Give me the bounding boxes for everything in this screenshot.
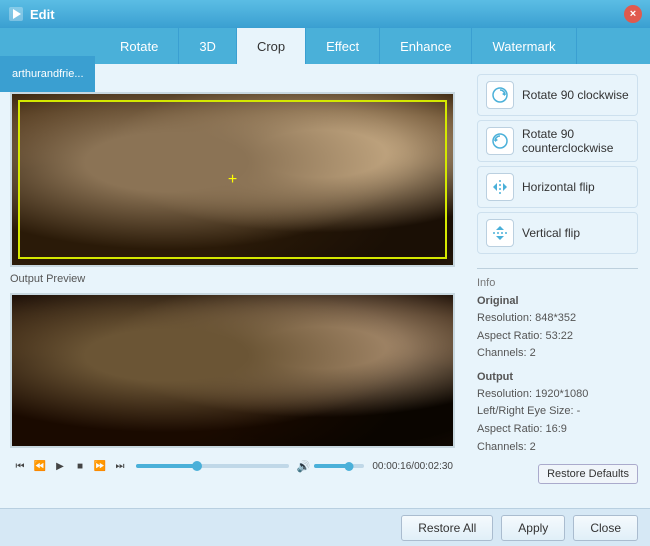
bottom-bar: Restore All Apply Close — [0, 508, 650, 546]
playback-bar: ⏮ ⏪ ▶ ■ ⏩ ⏭ 🔊 00:00:16/00:02:30 — [10, 454, 455, 478]
output-preview — [10, 293, 455, 448]
tab-crop[interactable]: Crop — [237, 28, 306, 64]
left-panel: Original Preview + Output Preview ⏮ ⏪ ▶ … — [0, 64, 465, 508]
skip-end-button[interactable]: ⏭ — [112, 458, 128, 474]
output-aspect-ratio: Aspect Ratio: 16:9 — [477, 421, 638, 439]
rotate-cw-label: Rotate 90 clockwise — [522, 88, 629, 102]
play-button[interactable]: ▶ — [52, 458, 68, 474]
volume-bar[interactable] — [314, 464, 364, 468]
output-left-right: Left/Right Eye Size: - — [477, 403, 638, 421]
info-section: Info Original Resolution: 848*352 Aspect… — [477, 268, 638, 456]
tab-effect[interactable]: Effect — [306, 28, 380, 64]
original-info-title: Original — [477, 295, 638, 307]
file-tab[interactable]: arthurandfriе... — [0, 56, 95, 92]
volume-thumb[interactable] — [345, 462, 354, 471]
title-bar: Edit × — [0, 0, 650, 28]
app-icon — [8, 6, 24, 22]
flip-h-label: Horizontal flip — [522, 180, 595, 194]
stop-button[interactable]: ■ — [72, 458, 88, 474]
original-preview: + — [10, 92, 455, 267]
restore-defaults-button[interactable]: Restore Defaults — [538, 464, 638, 484]
progress-fill — [136, 464, 197, 468]
flip-v-button[interactable]: Vertical flip — [477, 212, 638, 254]
output-channels: Channels: 2 — [477, 439, 638, 457]
skip-start-button[interactable]: ⏮ — [12, 458, 28, 474]
progress-thumb[interactable] — [192, 461, 202, 471]
tab-rotate[interactable]: Rotate — [100, 28, 179, 64]
info-title: Info — [477, 277, 638, 289]
close-window-button[interactable]: × — [624, 5, 642, 23]
output-info-title: Output — [477, 371, 638, 383]
apply-button[interactable]: Apply — [501, 515, 565, 541]
original-resolution: Resolution: 848*352 — [477, 310, 638, 328]
rotate-ccw-button[interactable]: Rotate 90 counterclockwise — [477, 120, 638, 162]
step-back-button[interactable]: ⏪ — [32, 458, 48, 474]
rotate-ccw-icon — [486, 127, 514, 155]
restore-all-button[interactable]: Restore All — [401, 515, 493, 541]
rotate-cw-button[interactable]: Rotate 90 clockwise — [477, 74, 638, 116]
flip-h-button[interactable]: Horizontal flip — [477, 166, 638, 208]
output-preview-label: Output Preview — [10, 273, 455, 285]
original-video-frame — [12, 94, 453, 265]
step-forward-button[interactable]: ⏩ — [92, 458, 108, 474]
tab-enhance[interactable]: Enhance — [380, 28, 472, 64]
tab-watermark[interactable]: Watermark — [472, 28, 576, 64]
progress-bar[interactable] — [136, 464, 289, 468]
output-video-frame — [12, 295, 453, 446]
original-aspect-ratio: Aspect Ratio: 53:22 — [477, 328, 638, 346]
original-channels: Channels: 2 — [477, 345, 638, 363]
window-title: Edit — [30, 7, 55, 22]
flip-v-label: Vertical flip — [522, 226, 580, 240]
close-button[interactable]: Close — [573, 515, 638, 541]
right-panel: Rotate 90 clockwise Rotate 90 counterclo… — [465, 64, 650, 508]
time-display: 00:00:16/00:02:30 — [372, 461, 453, 472]
flip-v-icon — [486, 219, 514, 247]
tab-list: Rotate 3D Crop Effect Enhance Watermark — [0, 28, 650, 64]
main-content: Original Preview + Output Preview ⏮ ⏪ ▶ … — [0, 64, 650, 508]
output-resolution: Resolution: 1920*1080 — [477, 386, 638, 404]
flip-h-icon — [486, 173, 514, 201]
tab-bar: arthurandfriе... Rotate 3D Crop Effect E… — [0, 28, 650, 64]
volume-icon[interactable]: 🔊 — [297, 460, 311, 473]
tab-3d[interactable]: 3D — [179, 28, 237, 64]
rotate-cw-icon — [486, 81, 514, 109]
rotate-ccw-label: Rotate 90 counterclockwise — [522, 127, 629, 155]
